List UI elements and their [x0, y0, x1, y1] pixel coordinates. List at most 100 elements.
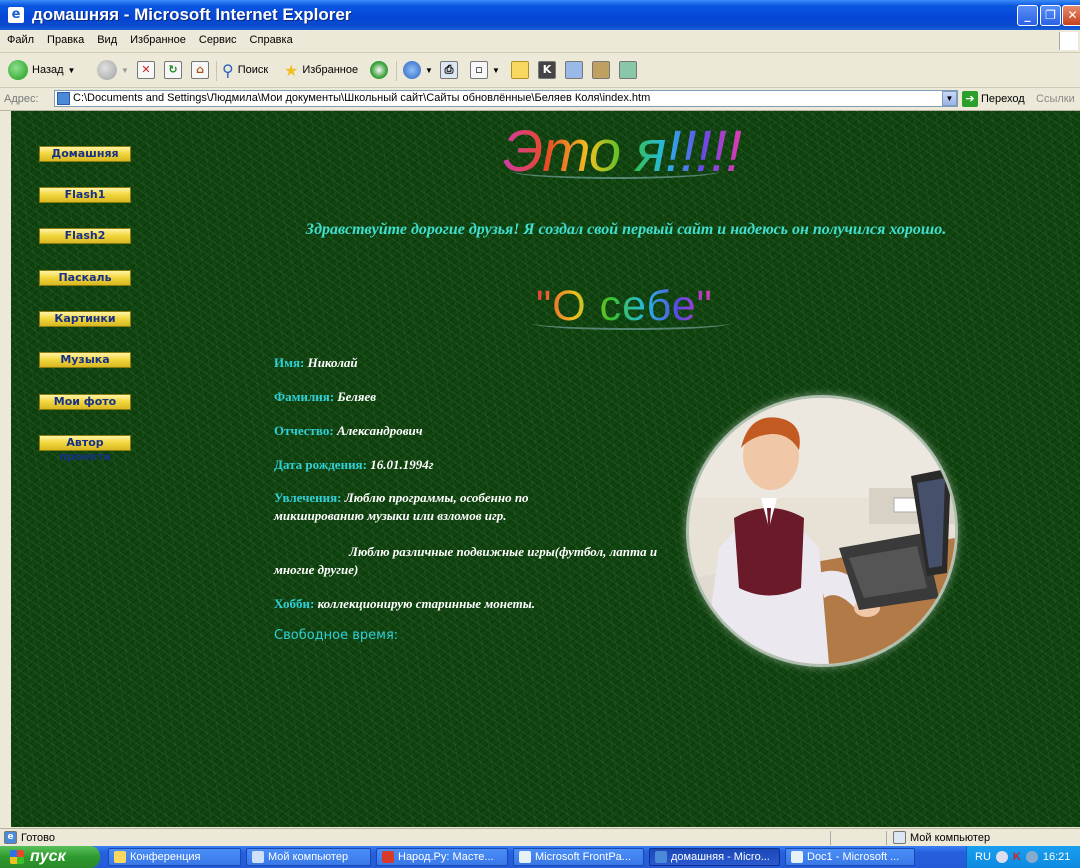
- menu-view[interactable]: Вид: [90, 30, 123, 46]
- close-button[interactable]: ✕: [1062, 5, 1080, 26]
- stop-icon: ✕: [137, 61, 155, 79]
- menu-tools[interactable]: Сервис: [192, 30, 243, 46]
- field-name-label: Имя:: [274, 355, 305, 370]
- print-button[interactable]: ⎙: [440, 59, 458, 81]
- task-label: Народ.Ру: Масте...: [398, 851, 494, 863]
- menu-help[interactable]: Справка: [243, 30, 299, 46]
- field-name-value: Николай: [307, 355, 358, 370]
- go-label: Переход: [981, 93, 1025, 105]
- messenger-button[interactable]: [565, 59, 583, 81]
- dropdown-arrow-icon: ▼: [121, 65, 129, 75]
- volume-icon[interactable]: [1025, 851, 1038, 863]
- back-label: Назад: [32, 64, 64, 76]
- history-icon: [370, 61, 388, 79]
- nav-home-button[interactable]: Домашняя: [39, 146, 131, 162]
- nav-pascal-button[interactable]: Паскаль: [39, 270, 131, 286]
- content-gutter: [0, 111, 11, 827]
- task-label: Doc1 - Microsoft ...: [807, 851, 900, 863]
- field-hobby-value: коллекционирую старинные монеты.: [317, 596, 535, 611]
- page-heading: Это я!!!!!: [503, 119, 742, 184]
- star-icon: ★: [284, 60, 299, 80]
- field-hobbies-2: Люблю различные подвижные игры(футбол, л…: [274, 544, 658, 577]
- research-button[interactable]: K: [538, 59, 556, 81]
- page-icon: [57, 92, 70, 105]
- menu-edit[interactable]: Правка: [40, 30, 90, 46]
- field-hobbies: Увлечения: Люблю программы, особенно по …: [274, 489, 594, 525]
- toolbar-separator: [396, 61, 397, 81]
- field-hobbies-label: Увлечения:: [274, 490, 342, 505]
- folder-button[interactable]: [511, 59, 529, 81]
- menu-favorites[interactable]: Избранное: [123, 30, 192, 46]
- task-narod[interactable]: Народ.Ру: Масте...: [376, 848, 508, 866]
- address-url: C:\Documents and Settings\Людмила\Мои до…: [73, 92, 651, 104]
- favorites-button[interactable]: ★ Избранное: [284, 59, 358, 81]
- messenger-icon: [565, 61, 583, 79]
- print-icon: ⎙: [440, 61, 458, 79]
- search-button[interactable]: ⚲ Поиск: [222, 59, 268, 81]
- dropdown-arrow-icon: ▼: [67, 65, 76, 75]
- field-surname-label: Фамилия:: [274, 389, 335, 404]
- menu-bar: Файл Правка Вид Избранное Сервис Справка: [0, 30, 1080, 53]
- field-surname: Фамилия: Беляев: [274, 388, 376, 406]
- task-label: Microsoft FrontPa...: [535, 851, 631, 863]
- field-birthdate-label: Дата рождения:: [274, 457, 367, 472]
- nav-flash1-button[interactable]: Flash1: [39, 187, 131, 203]
- edit-icon: ▫: [470, 61, 488, 79]
- maximize-button[interactable]: ❐: [1040, 5, 1061, 26]
- folder-icon: [114, 851, 126, 863]
- address-input[interactable]: C:\Documents and Settings\Людмила\Мои до…: [54, 90, 958, 107]
- refresh-button[interactable]: ↻: [164, 59, 182, 81]
- task-label: домашняя - Micro...: [671, 851, 770, 863]
- start-label: пуск: [30, 848, 66, 865]
- media-button[interactable]: [592, 59, 610, 81]
- computer-icon: [252, 851, 264, 863]
- mail-button[interactable]: ▼: [403, 59, 433, 81]
- antivirus-icon[interactable]: K: [1013, 851, 1021, 863]
- stop-button[interactable]: ✕: [137, 59, 155, 81]
- go-button[interactable]: ➔ Переход: [962, 91, 1025, 107]
- task-my-computer[interactable]: Мой компьютер: [246, 848, 371, 866]
- status-left: e Готово: [4, 831, 55, 844]
- browser-icon: [382, 851, 394, 863]
- forward-button[interactable]: ▼: [97, 59, 129, 81]
- profile-photo: [689, 398, 955, 664]
- profile-photo-image: [689, 398, 955, 664]
- extra-button[interactable]: [619, 59, 637, 81]
- task-label: Мой компьютер: [268, 851, 349, 863]
- nav-flash2-button[interactable]: Flash2: [39, 228, 131, 244]
- home-button[interactable]: ⌂: [191, 59, 209, 81]
- status-divider: [830, 831, 831, 845]
- forward-arrow-icon: [97, 60, 117, 80]
- language-indicator[interactable]: RU: [975, 851, 991, 863]
- windows-flag-icon: [10, 850, 24, 864]
- title-bar: e домашняя - Microsoft Internet Explorer…: [0, 0, 1080, 30]
- edit-button[interactable]: ▫ ▼: [470, 59, 500, 81]
- page-status-icon: e: [4, 831, 17, 844]
- task-conference[interactable]: Конференция: [108, 848, 241, 866]
- web-page: Домашняя Flash1 Flash2 Паскаль Картинки …: [11, 111, 1080, 827]
- links-button[interactable]: Ссылки: [1036, 93, 1075, 105]
- status-zone-text: Мой компьютер: [910, 831, 991, 844]
- history-button[interactable]: [370, 59, 388, 81]
- frontpage-icon: [519, 851, 531, 863]
- toolbar-separator: [216, 61, 217, 81]
- address-dropdown-arrow-icon[interactable]: ▼: [942, 91, 957, 106]
- address-bar: Адрес: C:\Documents and Settings\Людмила…: [0, 88, 1080, 111]
- task-frontpage[interactable]: Microsoft FrontPa...: [513, 848, 644, 866]
- network-icon[interactable]: [995, 851, 1008, 863]
- refresh-icon: ↻: [164, 61, 182, 79]
- back-button[interactable]: Назад ▼: [8, 59, 75, 81]
- menu-file[interactable]: Файл: [0, 30, 40, 46]
- start-button[interactable]: пуск: [0, 846, 100, 868]
- nav-author-button[interactable]: Автор проекта: [39, 435, 131, 463]
- ie-icon: e: [8, 7, 24, 23]
- nav-pictures-button[interactable]: Картинки: [39, 311, 131, 327]
- nav-photos-button[interactable]: Мои фото: [39, 394, 131, 410]
- field-patronymic-label: Отчество:: [274, 423, 334, 438]
- minimize-button[interactable]: _: [1017, 5, 1038, 26]
- nav-music-button[interactable]: Музыка: [39, 352, 131, 368]
- status-text: Готово: [21, 831, 55, 844]
- status-bar: e Готово Мой компьютер: [0, 828, 1080, 846]
- task-ie-active[interactable]: домашняя - Micro...: [649, 848, 780, 866]
- task-word-doc[interactable]: Doc1 - Microsoft ...: [785, 848, 915, 866]
